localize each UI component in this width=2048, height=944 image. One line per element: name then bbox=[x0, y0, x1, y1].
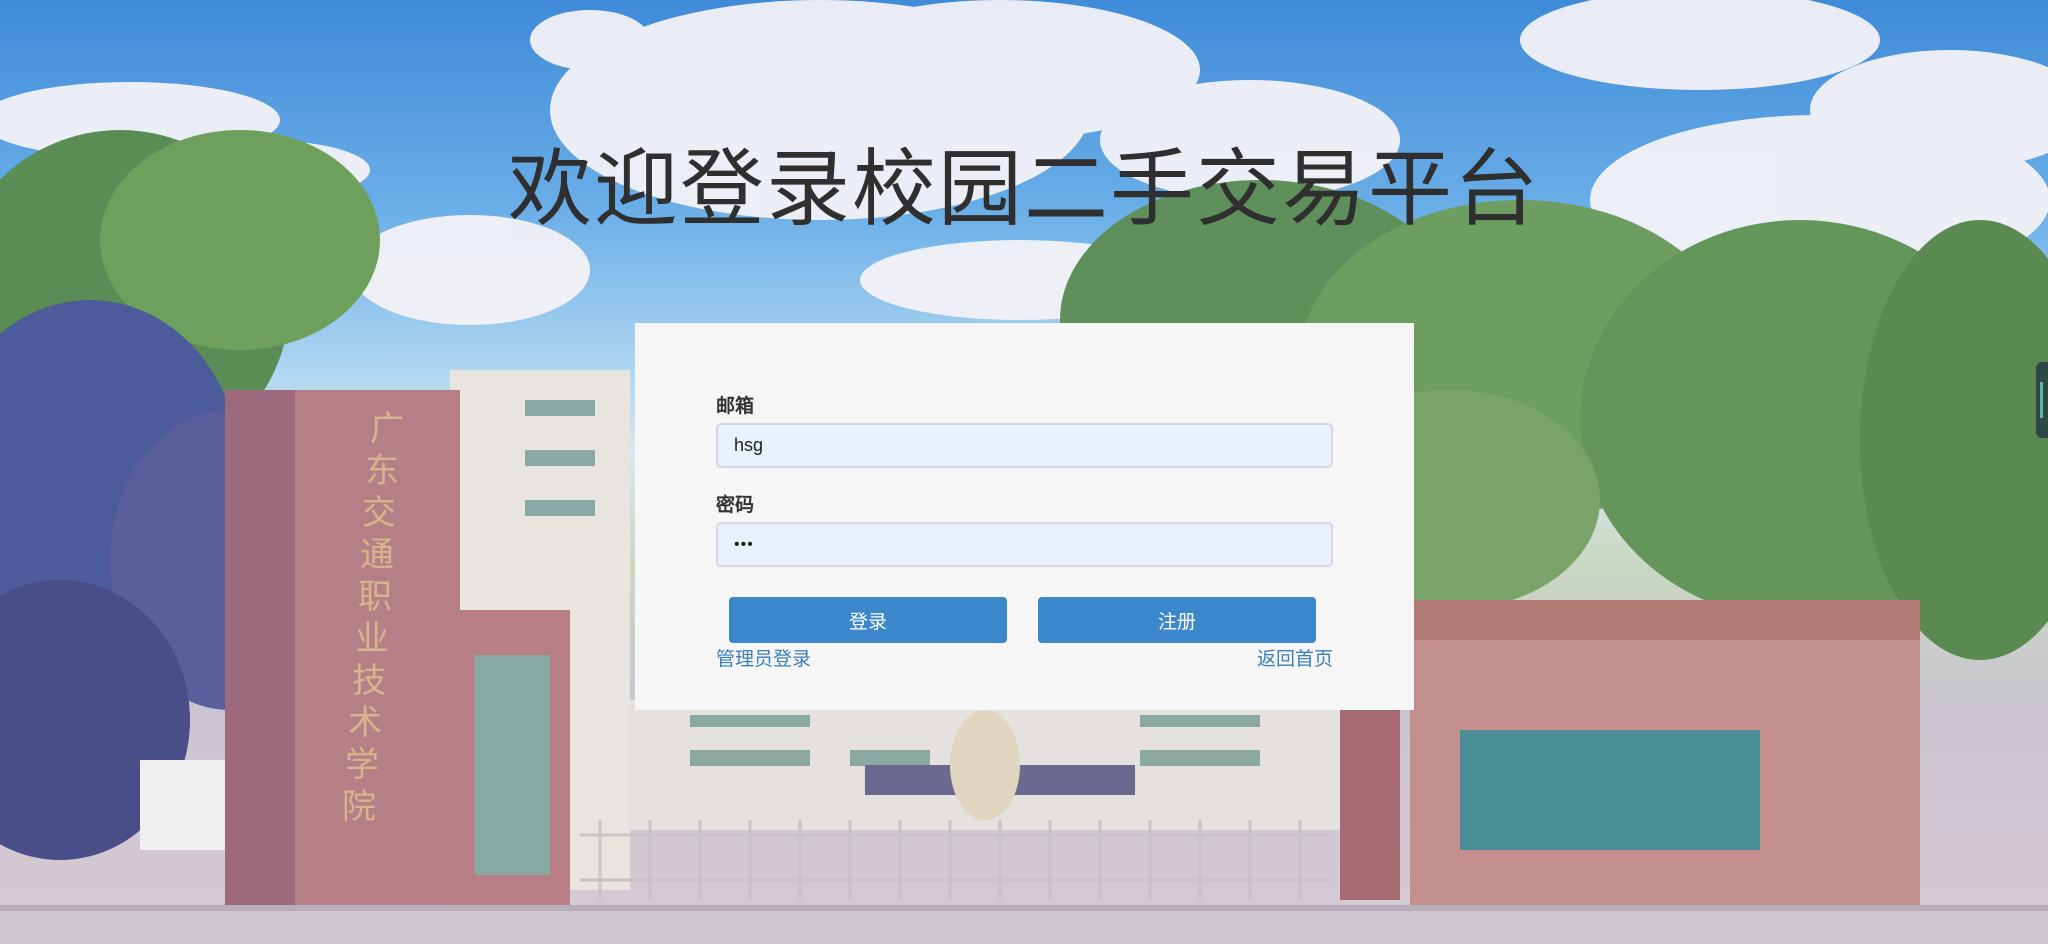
admin-login-link[interactable]: 管理员登录 bbox=[716, 644, 811, 671]
side-widget-tab[interactable] bbox=[2036, 362, 2048, 438]
register-button[interactable]: 注册 bbox=[1038, 597, 1316, 643]
svg-text:通: 通 bbox=[360, 535, 394, 575]
svg-text:技: 技 bbox=[352, 661, 386, 701]
sculpture bbox=[950, 710, 1020, 820]
email-label: 邮箱 bbox=[716, 395, 755, 417]
password-input[interactable] bbox=[716, 522, 1333, 567]
svg-text:职: 职 bbox=[358, 577, 392, 617]
svg-text:术: 术 bbox=[348, 703, 382, 743]
svg-text:学: 学 bbox=[345, 745, 379, 785]
svg-text:院: 院 bbox=[342, 787, 376, 827]
password-label: 密码 bbox=[716, 494, 755, 516]
gate-fence bbox=[580, 820, 1330, 900]
right-windows bbox=[1460, 730, 1760, 850]
svg-text:交: 交 bbox=[362, 493, 396, 533]
svg-text:业: 业 bbox=[355, 619, 389, 659]
svg-text:东: 东 bbox=[365, 451, 399, 491]
email-input[interactable] bbox=[716, 423, 1333, 468]
login-card: 邮箱 密码 登录 注册 管理员登录 返回首页 bbox=[635, 323, 1414, 710]
page-title: 欢迎登录校园二手交易平台 bbox=[507, 140, 1540, 238]
svg-text:广: 广 bbox=[370, 409, 404, 449]
back-home-link[interactable]: 返回首页 bbox=[1257, 644, 1333, 671]
login-button[interactable]: 登录 bbox=[729, 597, 1007, 643]
